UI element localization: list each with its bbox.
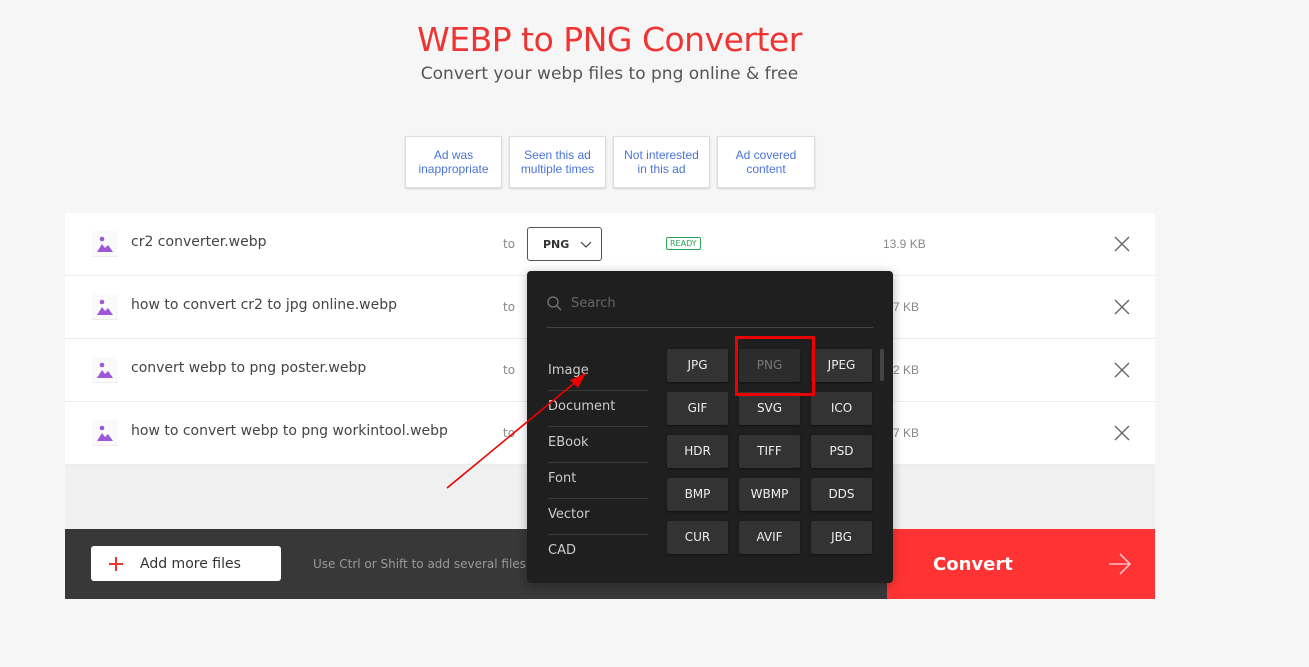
arrow-right-icon	[1109, 553, 1132, 575]
convert-label: Convert	[933, 553, 1013, 575]
format-option-hdr[interactable]: HDR	[667, 435, 728, 468]
ad-feedback-button[interactable]: Ad covered content	[717, 136, 815, 188]
image-file-icon	[97, 299, 113, 315]
format-dropdown: Search Image Document EBook Font Vector CAD J…	[527, 271, 893, 583]
file-name: convert webp to png poster.webp	[131, 360, 367, 376]
page-subtitle: Convert your webp files to png online & …	[420, 64, 799, 84]
file-row: cr2 converter.webp to 13.9 KB PNG READY	[65, 213, 1155, 276]
format-option-dds[interactable]: DDS	[811, 478, 872, 511]
format-option-avif[interactable]: AVIF	[739, 521, 800, 554]
format-option-cur[interactable]: CUR	[667, 521, 728, 554]
close-icon[interactable]	[1113, 361, 1131, 379]
ad-feedback-button[interactable]: Not interested in this ad	[613, 136, 710, 188]
file-thumbnail	[92, 231, 118, 257]
chevron-down-icon	[580, 241, 592, 248]
category-vector[interactable]: Vector	[548, 499, 648, 535]
format-option-bmp[interactable]: BMP	[667, 478, 728, 511]
add-files-hint: Use Ctrl or Shift to add several files a	[313, 557, 538, 571]
category-ebook[interactable]: EBook	[548, 427, 648, 463]
category-document[interactable]: Document	[548, 391, 648, 427]
format-select[interactable]: PNG	[527, 227, 602, 261]
format-option-wbmp[interactable]: WBMP	[739, 478, 800, 511]
format-option-psd[interactable]: PSD	[811, 435, 872, 468]
image-file-icon	[97, 425, 113, 441]
format-select-value: PNG	[543, 238, 570, 251]
category-image[interactable]: Image	[548, 355, 648, 391]
to-label: to	[503, 363, 516, 377]
format-option-gif[interactable]: GIF	[667, 392, 728, 425]
status-badge: READY	[666, 237, 701, 250]
file-name: cr2 converter.webp	[131, 234, 267, 250]
format-option-svg[interactable]: SVG	[739, 392, 800, 425]
to-label: to	[503, 300, 516, 314]
scrollbar[interactable]	[880, 349, 884, 381]
file-name: how to convert webp to png workintool.we…	[131, 423, 448, 439]
category-font[interactable]: Font	[548, 463, 648, 499]
category-cad[interactable]: CAD	[548, 535, 648, 571]
format-option-jbg[interactable]: JBG	[811, 521, 872, 554]
image-file-icon	[97, 362, 113, 378]
plus-icon	[109, 556, 123, 571]
format-option-ico[interactable]: ICO	[811, 392, 872, 425]
search-icon	[547, 296, 562, 311]
add-more-files-button[interactable]: Add more files	[91, 546, 281, 581]
close-icon[interactable]	[1113, 235, 1131, 253]
file-thumbnail	[92, 294, 118, 320]
add-more-files-label: Add more files	[140, 555, 241, 572]
to-label: to	[503, 426, 516, 440]
to-label: to	[503, 237, 516, 251]
ad-feedback-button[interactable]: Ad was inappropriate	[405, 136, 502, 188]
file-name: how to convert cr2 to jpg online.webp	[131, 297, 397, 313]
convert-button[interactable]: Convert	[887, 529, 1155, 599]
file-thumbnail	[92, 357, 118, 383]
format-search-input[interactable]: Search	[547, 293, 873, 328]
format-option-jpeg[interactable]: JPEG	[811, 349, 872, 382]
image-file-icon	[97, 236, 113, 252]
page-title: WEBP to PNG Converter	[417, 20, 802, 59]
format-option-tiff[interactable]: TIFF	[739, 435, 800, 468]
file-size: 13.9 KB	[883, 237, 926, 251]
close-icon[interactable]	[1113, 424, 1131, 442]
ad-feedback-button[interactable]: Seen this ad multiple times	[509, 136, 606, 188]
format-option-jpg[interactable]: JPG	[667, 349, 728, 382]
search-placeholder: Search	[571, 296, 616, 311]
highlight-annotation	[735, 336, 815, 396]
close-icon[interactable]	[1113, 298, 1131, 316]
file-thumbnail	[92, 420, 118, 446]
